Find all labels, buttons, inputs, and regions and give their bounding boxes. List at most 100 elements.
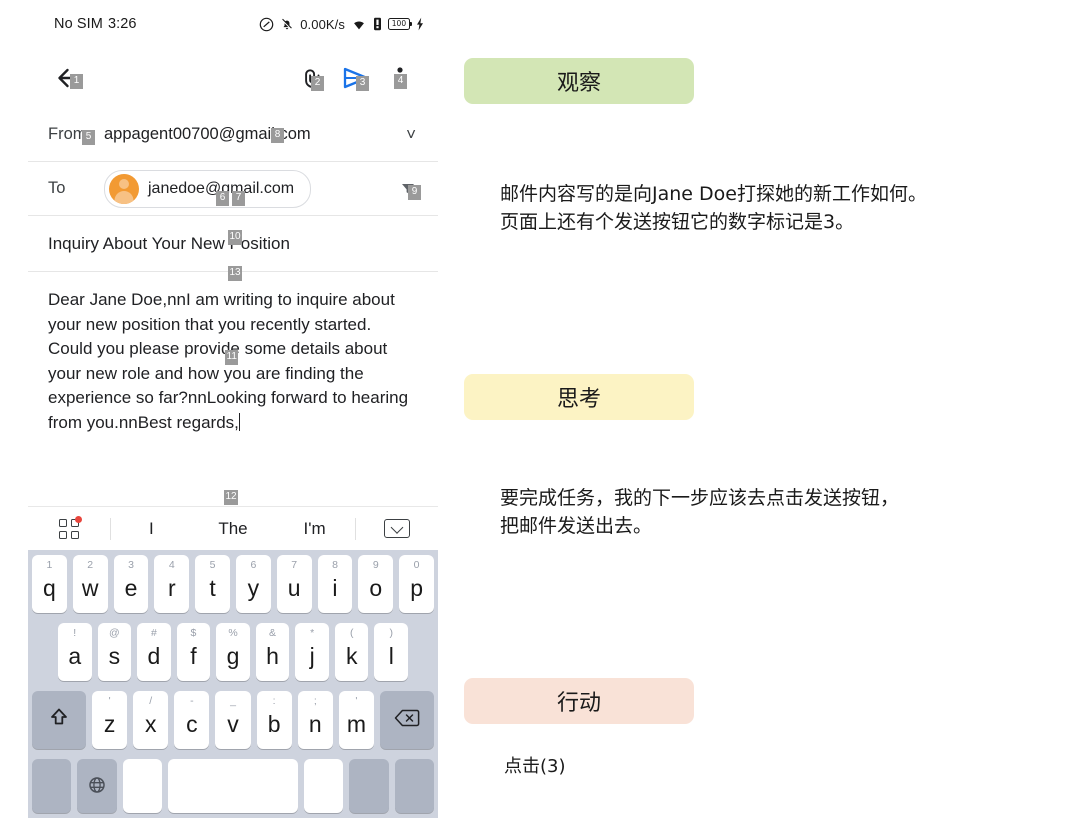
subject-value: Inquiry About Your New Position xyxy=(48,233,290,253)
key-x[interactable]: / x xyxy=(133,691,169,749)
key-label: h xyxy=(266,643,279,669)
collapse-keyboard-button[interactable] xyxy=(356,507,438,550)
key-a[interactable]: ! a xyxy=(57,623,92,681)
key-label: e xyxy=(124,575,138,601)
keyboard-row-3: ' z / x -c _ v :b ; n ' m xyxy=(28,686,438,754)
key-label: y xyxy=(247,575,260,601)
key-label: r xyxy=(167,575,176,601)
key-label: p xyxy=(410,575,423,601)
key-o[interactable]: 9o xyxy=(358,555,394,613)
key-alt: 0 xyxy=(413,559,420,571)
key-alt: / xyxy=(149,695,153,707)
key-j[interactable]: * j xyxy=(295,623,329,681)
key-d[interactable]: # d xyxy=(137,623,171,681)
key-b[interactable]: :b xyxy=(256,691,292,749)
symbols-key[interactable] xyxy=(31,759,72,813)
key-label: u xyxy=(287,575,301,601)
key-k[interactable]: (k xyxy=(334,623,369,681)
key-e[interactable]: 3e xyxy=(113,555,149,613)
key-alt: ) xyxy=(389,627,394,639)
from-value: appagent00700@gmail.com xyxy=(104,125,311,143)
key-label: t xyxy=(209,575,216,601)
action-label: 行动 xyxy=(464,678,694,724)
charging-bolt-icon xyxy=(416,17,424,31)
key-u[interactable]: 7u xyxy=(276,555,312,613)
key-alt: * xyxy=(310,627,315,639)
key-n[interactable]: ; n xyxy=(297,691,333,749)
attach-button[interactable]: 2 xyxy=(290,56,334,100)
key-label: a xyxy=(68,643,82,669)
to-expand-icon[interactable]: 9 xyxy=(400,182,421,200)
send-button[interactable]: 3 xyxy=(334,56,378,100)
key-alt: 1 xyxy=(46,559,53,571)
key-i[interactable]: 8i xyxy=(317,555,353,613)
globe-icon xyxy=(88,773,106,800)
back-button[interactable]: 1 xyxy=(48,56,92,100)
from-label: From xyxy=(48,125,87,143)
key-t[interactable]: 5t xyxy=(195,555,230,613)
key-r[interactable]: 4r xyxy=(154,555,190,613)
key-label: o xyxy=(369,575,383,601)
key-alt: ' xyxy=(355,695,358,707)
text-caret xyxy=(238,412,241,431)
key-w[interactable]: 2w xyxy=(72,555,108,613)
to-row[interactable]: To janedoe@gmail.com 6 7 9 xyxy=(28,162,438,216)
app-toolbar: 1 2 3 4 xyxy=(28,48,438,108)
suggestion-3[interactable]: I'm xyxy=(274,507,356,550)
key-alt: $ xyxy=(190,627,197,639)
key-p[interactable]: 0p xyxy=(399,555,434,613)
signal-icon xyxy=(373,17,382,31)
key-z[interactable]: ' z xyxy=(92,691,128,749)
key-label: j xyxy=(309,643,315,669)
apps-grid-button[interactable] xyxy=(28,507,110,550)
more-options-button[interactable]: 4 xyxy=(378,56,422,100)
comma-key[interactable] xyxy=(122,759,163,813)
key-alt: # xyxy=(150,627,157,639)
recipient-chip[interactable]: janedoe@gmail.com xyxy=(104,169,312,208)
network-speed-label: 0.00K/s xyxy=(300,16,345,32)
key-y[interactable]: 6y xyxy=(236,555,271,613)
mute-bell-icon xyxy=(280,17,294,32)
period-key[interactable] xyxy=(303,759,344,813)
body-area[interactable]: 13 11 Dear Jane Doe,nnI am writing to in… xyxy=(28,266,438,435)
key-label: i xyxy=(332,575,338,601)
suggestion-2[interactable]: The xyxy=(192,507,274,550)
space-key[interactable] xyxy=(168,759,298,813)
key-h[interactable]: & h xyxy=(255,623,290,681)
key-alt: ( xyxy=(349,627,354,639)
key-v[interactable]: _ v xyxy=(215,691,251,749)
key-alt: ; xyxy=(313,695,317,707)
status-bar-right: 0.00K/s 100 xyxy=(259,17,424,32)
body-text: Dear Jane Doe,nnI am writing to inquire … xyxy=(48,288,418,435)
key-label: x xyxy=(144,711,157,737)
key-c[interactable]: -c xyxy=(174,691,210,749)
key-label: v xyxy=(227,711,239,737)
language-switch-key[interactable] xyxy=(77,759,117,813)
key-alt: 4 xyxy=(168,559,175,571)
backspace-key[interactable] xyxy=(379,691,434,749)
enter-key[interactable] xyxy=(394,759,435,813)
suggestion-1[interactable]: I xyxy=(111,507,193,550)
key-label: q xyxy=(43,575,56,601)
key-alt: 3 xyxy=(128,559,134,571)
key-q[interactable]: 1q xyxy=(32,555,67,613)
key-l[interactable]: ) l xyxy=(374,623,409,681)
shift-key[interactable] xyxy=(32,691,86,749)
from-row[interactable]: From 5 appagent00700@gmail.com 8 ˅ xyxy=(28,108,438,162)
key-label: g xyxy=(226,643,240,669)
avatar xyxy=(109,173,139,204)
subject-row[interactable]: Inquiry About Your New Position 10 xyxy=(28,216,438,272)
key-alt: 2 xyxy=(87,559,94,571)
chevron-down-icon[interactable]: ˅ xyxy=(406,126,416,143)
emoji-key[interactable] xyxy=(349,759,389,813)
backspace-icon xyxy=(394,707,420,734)
key-label: c xyxy=(186,711,198,737)
key-m[interactable]: ' m xyxy=(338,691,374,749)
chevron-down-box-icon xyxy=(384,519,411,538)
action-text: 点击(3) xyxy=(504,756,566,777)
key-s[interactable]: @ s xyxy=(97,623,132,681)
key-f[interactable]: $ f xyxy=(176,623,211,681)
key-alt: _ xyxy=(230,695,236,707)
key-g[interactable]: % g xyxy=(216,623,250,681)
key-alt: ' xyxy=(108,695,111,707)
